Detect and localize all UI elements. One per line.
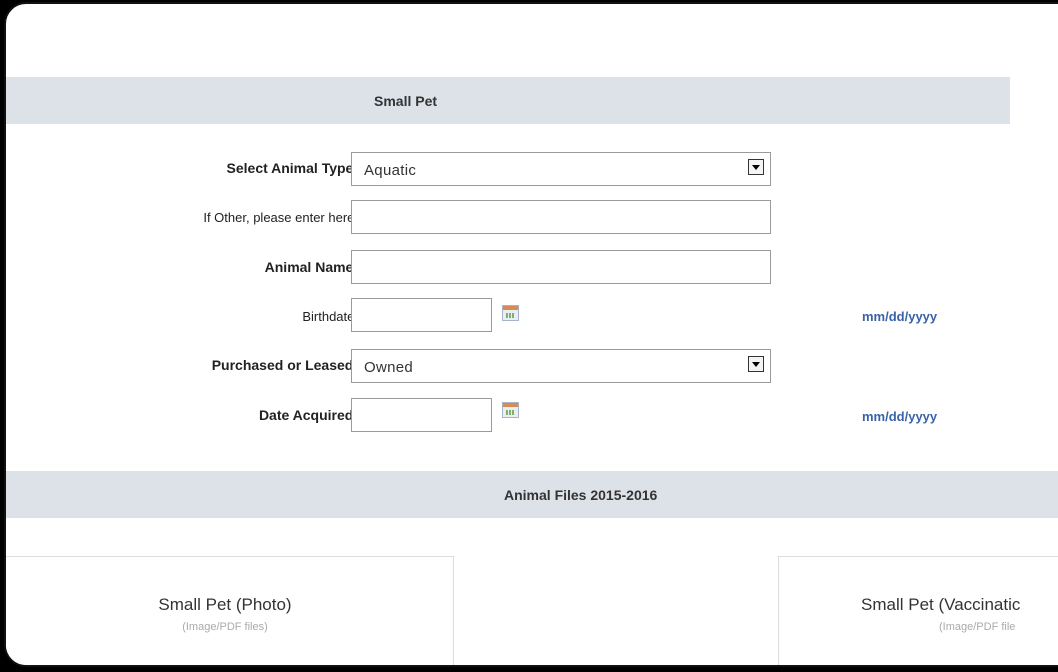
birthdate-format-hint: mm/dd/yyyy <box>862 309 938 324</box>
upload-box-subtitle: (Image/PDF file <box>939 621 1016 633</box>
animal-name-input[interactable] <box>351 250 771 284</box>
upload-box-photo[interactable]: Small Pet (Photo) (Image/PDF files) <box>6 556 454 665</box>
animal-type-select[interactable]: Aquatic <box>351 152 771 186</box>
animal-name-label: Animal Name: <box>264 259 358 275</box>
calendar-icon[interactable] <box>502 305 519 321</box>
animal-type-value: Aquatic <box>364 162 417 179</box>
purchased-leased-value: Owned <box>364 359 414 376</box>
section-title: Animal Files 2015-2016 <box>504 486 658 503</box>
purchased-leased-label: Purchased or Leased: <box>211 357 358 373</box>
upload-box-title: Small Pet (Vaccinatic <box>861 595 1021 614</box>
section-header-small-pet: Small Pet <box>6 77 1010 124</box>
upload-box-vaccination[interactable]: Small Pet (Vaccinatic (Image/PDF file <box>778 556 1058 665</box>
date-acquired-input[interactable] <box>351 398 492 432</box>
section-header-animal-files: Animal Files 2015-2016 <box>6 471 1058 518</box>
other-type-input[interactable] <box>351 200 771 234</box>
dropdown-arrow-icon[interactable] <box>748 356 764 372</box>
upload-box-title: Small Pet (Photo) <box>158 595 292 614</box>
date-acquired-format-hint: mm/dd/yyyy <box>862 409 938 424</box>
calendar-icon[interactable] <box>502 402 519 418</box>
date-acquired-label: Date Acquired: <box>258 407 358 423</box>
dropdown-arrow-icon[interactable] <box>748 159 764 175</box>
purchased-leased-select[interactable]: Owned <box>351 349 771 383</box>
other-type-label: If Other, please enter here: <box>203 210 358 225</box>
upload-box-subtitle: (Image/PDF files) <box>182 621 268 633</box>
birthdate-input[interactable] <box>351 298 492 332</box>
birthdate-label: Birthdate: <box>302 309 358 324</box>
animal-type-label: Select Animal Type: <box>226 160 358 176</box>
section-title: Small Pet <box>374 92 438 109</box>
form-panel: Small Pet Select Animal Type: Aquatic If… <box>4 2 1058 667</box>
